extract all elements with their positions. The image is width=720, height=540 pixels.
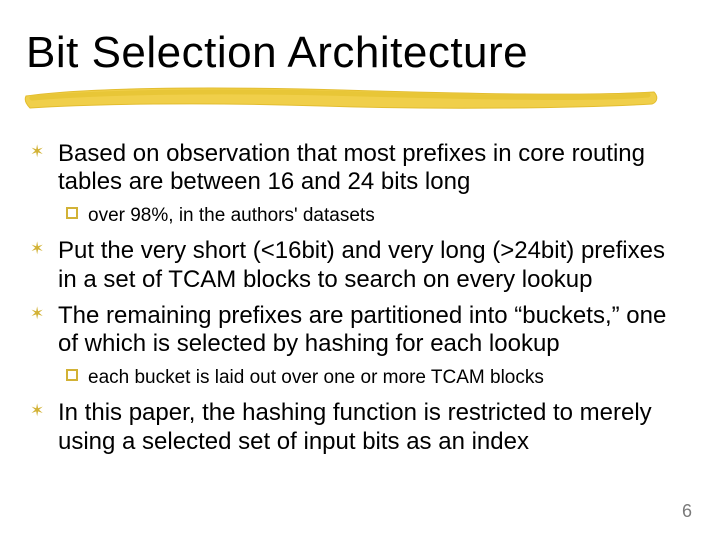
- bullet-level1: ✶ Based on observation that most prefixe…: [30, 140, 680, 197]
- slide-title: Bit Selection Architecture: [26, 30, 528, 76]
- slide-body: ✶ Based on observation that most prefixe…: [30, 140, 680, 464]
- starburst-icon: ✶: [30, 239, 44, 259]
- bullet-level1: ✶ In this paper, the hashing function is…: [30, 399, 680, 456]
- bullet-text: Based on observation that most prefixes …: [58, 140, 645, 195]
- title-wrap: Bit Selection Architecture: [26, 30, 694, 76]
- bullet-text: each bucket is laid out over one or more…: [88, 367, 544, 388]
- bullet-text: Put the very short (<16bit) and very lon…: [58, 237, 665, 292]
- bullet-text: over 98%, in the authors' datasets: [88, 205, 375, 226]
- slide: Bit Selection Architecture ✶ Based on ob…: [0, 0, 720, 540]
- title-underline-stroke: [22, 84, 662, 114]
- bullet-level1: ✶ Put the very short (<16bit) and very l…: [30, 237, 680, 294]
- square-icon: [66, 369, 78, 381]
- bullet-level2: over 98%, in the authors' datasets: [30, 205, 680, 228]
- starburst-icon: ✶: [30, 142, 44, 162]
- bullet-text: The remaining prefixes are partitioned i…: [58, 302, 666, 357]
- page-number: 6: [682, 501, 692, 522]
- bullet-level2: each bucket is laid out over one or more…: [30, 367, 680, 390]
- starburst-icon: ✶: [30, 401, 44, 421]
- square-icon: [66, 207, 78, 219]
- bullet-text: In this paper, the hashing function is r…: [58, 399, 652, 454]
- bullet-level1: ✶ The remaining prefixes are partitioned…: [30, 302, 680, 359]
- starburst-icon: ✶: [30, 304, 44, 324]
